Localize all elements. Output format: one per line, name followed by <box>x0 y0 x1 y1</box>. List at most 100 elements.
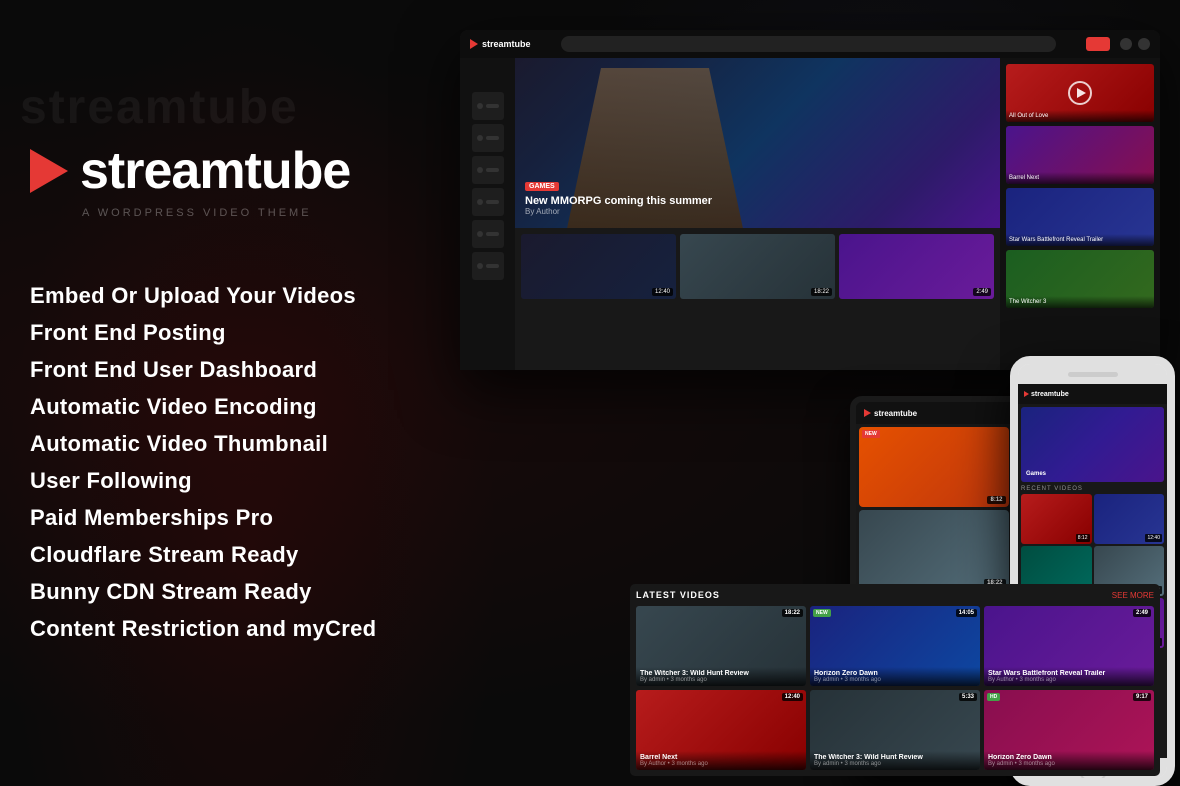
side-thumb-4[interactable]: The Witcher 3 <box>1006 250 1154 308</box>
bottom-info-5: The Witcher 3: Wild Hunt Review By admin… <box>810 751 980 770</box>
sidebar-icon-line <box>486 168 499 172</box>
tablet-thumb-3[interactable]: 18:22 <box>859 510 1009 590</box>
phone-section-label: Recent Videos <box>1021 486 1164 492</box>
bottom-meta-2: By admin • 3 months ago <box>814 677 976 683</box>
sidebar-nav-videos[interactable] <box>472 124 504 152</box>
app-topbar-icon-2 <box>1138 38 1150 50</box>
side-label-text-2: Barrel Next <box>1009 175 1151 181</box>
video-thumb-2[interactable]: 18:22 <box>680 234 835 299</box>
bottom-title-5: The Witcher 3: Wild Hunt Review <box>814 754 976 761</box>
phone-thumb-1[interactable]: 8:12 <box>1021 494 1092 544</box>
logo-text: streamtube <box>80 141 350 201</box>
hero-text-overlay: GAMES New MMORPG coming this summer By A… <box>525 175 712 216</box>
video-thumb-3[interactable]: 2:49 <box>839 234 994 299</box>
bottom-info-1: The Witcher 3: Wild Hunt Review By admin… <box>636 667 806 686</box>
phone-logo-text: streamtube <box>1031 391 1069 398</box>
side-label-text-1: All Out of Love <box>1009 113 1151 119</box>
logo-main: streamtube <box>30 141 400 201</box>
sidebar-nav-blog[interactable] <box>472 220 504 248</box>
bottom-duration-4: 12:40 <box>782 693 803 701</box>
bottom-thumb-5[interactable]: 5:33 The Witcher 3: Wild Hunt Review By … <box>810 690 980 770</box>
bottom-thumb-2[interactable]: NEW 14:05 Horizon Zero Dawn By admin • 3… <box>810 606 980 686</box>
feature-item-3: Front End User Dashboard <box>30 353 400 386</box>
side-label-text-3: Star Wars Battlefront Reveal Trailer <box>1009 237 1151 243</box>
bottom-info-4: Barrel Next By Author • 3 months ago <box>636 751 806 770</box>
app-topbar-arrow-icon <box>470 39 478 49</box>
bottom-thumb-4[interactable]: 12:40 Barrel Next By Author • 3 months a… <box>636 690 806 770</box>
bottom-right-panel: LATEST VIDEOS SEE MORE 18:22 The Witcher… <box>630 584 1160 776</box>
bottom-thumb-3[interactable]: 2:49 Star Wars Battlefront Reveal Traile… <box>984 606 1154 686</box>
right-panel: streamtube <box>420 0 1180 786</box>
bottom-grid: 18:22 The Witcher 3: Wild Hunt Review By… <box>636 606 1154 770</box>
bottom-info-3: Star Wars Battlefront Reveal Trailer By … <box>984 667 1154 686</box>
thumb-duration-3: 2:49 <box>973 288 991 296</box>
desktop-mockup: streamtube <box>460 30 1160 370</box>
app-topbar-name: streamtube <box>482 39 531 49</box>
sidebar-icon-dot <box>477 263 483 269</box>
see-more-link[interactable]: SEE MORE <box>1112 591 1154 600</box>
side-label-1: All Out of Love <box>1006 110 1154 122</box>
side-label-2: Barrel Next <box>1006 172 1154 184</box>
bottom-duration-6: 9:17 <box>1133 693 1151 701</box>
app-topbar-search-button[interactable] <box>1086 37 1110 51</box>
bottom-duration-1: 18:22 <box>782 609 803 617</box>
side-thumb-1[interactable]: All Out of Love <box>1006 64 1154 122</box>
feature-item-4: Automatic Video Encoding <box>30 390 400 423</box>
bottom-meta-3: By Author • 3 months ago <box>988 677 1150 683</box>
feature-item-7: Paid Memberships Pro <box>30 501 400 534</box>
tablet-thumb-1[interactable]: NEW 8:12 <box>859 427 1009 507</box>
video-thumb-1[interactable]: 12:40 <box>521 234 676 299</box>
app-topbar: streamtube <box>460 30 1160 58</box>
sidebar-nav-about[interactable] <box>472 188 504 216</box>
side-thumb-2[interactable]: Barrel Next <box>1006 126 1154 184</box>
bottom-duration-2: 14:05 <box>956 609 977 617</box>
feature-item-1: Embed Or Upload Your Videos <box>30 279 400 312</box>
bottom-duration-3: 2:49 <box>1133 609 1151 617</box>
feature-item-5: Automatic Video Thumbnail <box>30 427 400 460</box>
tablet-duration-1: 8:12 <box>987 496 1005 504</box>
sidebar-icon-dot <box>477 103 483 109</box>
bottom-thumb-6[interactable]: HD 9:17 Horizon Zero Dawn By admin • 3 m… <box>984 690 1154 770</box>
tablet-logo-text: streamtube <box>874 409 917 418</box>
phone-hero-title: Games <box>1026 471 1046 477</box>
new-badge-2: NEW <box>813 609 831 617</box>
sidebar-nav-members[interactable] <box>472 156 504 184</box>
side-label-4: The Witcher 3 <box>1006 296 1154 308</box>
bottom-thumb-1[interactable]: 18:22 The Witcher 3: Wild Hunt Review By… <box>636 606 806 686</box>
sidebar-icon-dot <box>477 135 483 141</box>
sidebar-icon-line <box>486 264 499 268</box>
feature-item-8: Cloudflare Stream Ready <box>30 538 400 571</box>
bottom-info-6: Horizon Zero Dawn By admin • 3 months ag… <box>984 751 1154 770</box>
logo-area: streamtube streamtube A WORDPRESS VIDEO … <box>30 141 400 249</box>
bottom-title-1: The Witcher 3: Wild Hunt Review <box>640 670 802 677</box>
bottom-meta-5: By admin • 3 months ago <box>814 761 976 767</box>
sidebar-icon-dot <box>477 199 483 205</box>
phone-speaker <box>1018 364 1167 384</box>
side-label-text-4: The Witcher 3 <box>1009 299 1151 305</box>
sidebar-icon-line <box>486 136 499 140</box>
phone-hero[interactable]: Games <box>1021 407 1164 482</box>
thumb-duration-2: 18:22 <box>811 288 832 296</box>
bottom-title-6: Horizon Zero Dawn <box>988 754 1150 761</box>
side-label-3: Star Wars Battlefront Reveal Trailer <box>1006 234 1154 246</box>
bottom-meta-1: By admin • 3 months ago <box>640 677 802 683</box>
bottom-title-4: Barrel Next <box>640 754 802 761</box>
app-sidebar-logo <box>473 66 503 80</box>
left-panel: streamtube streamtube A WORDPRESS VIDEO … <box>0 0 430 786</box>
app-sidebar <box>460 58 515 370</box>
hero-author: By Author <box>525 207 712 216</box>
bottom-title-2: Horizon Zero Dawn <box>814 670 976 677</box>
feature-item-10: Content Restriction and myCred <box>30 612 400 645</box>
phone-thumb-2[interactable]: 12:40 <box>1094 494 1165 544</box>
sidebar-nav-home[interactable] <box>472 92 504 120</box>
play-icon-1 <box>1068 81 1092 105</box>
hero-title: New MMORPG coming this summer <box>525 195 712 207</box>
side-thumb-3[interactable]: Star Wars Battlefront Reveal Trailer <box>1006 188 1154 246</box>
feature-item-6: User Following <box>30 464 400 497</box>
sidebar-nav-pages[interactable] <box>472 252 504 280</box>
bottom-meta-4: By Author • 3 months ago <box>640 761 802 767</box>
video-grid-row: 12:40 18:22 2:49 <box>515 228 1000 299</box>
phone-header: streamtube <box>1018 384 1167 404</box>
sidebar-icon-line <box>486 200 499 204</box>
sidebar-icon-dot <box>477 231 483 237</box>
